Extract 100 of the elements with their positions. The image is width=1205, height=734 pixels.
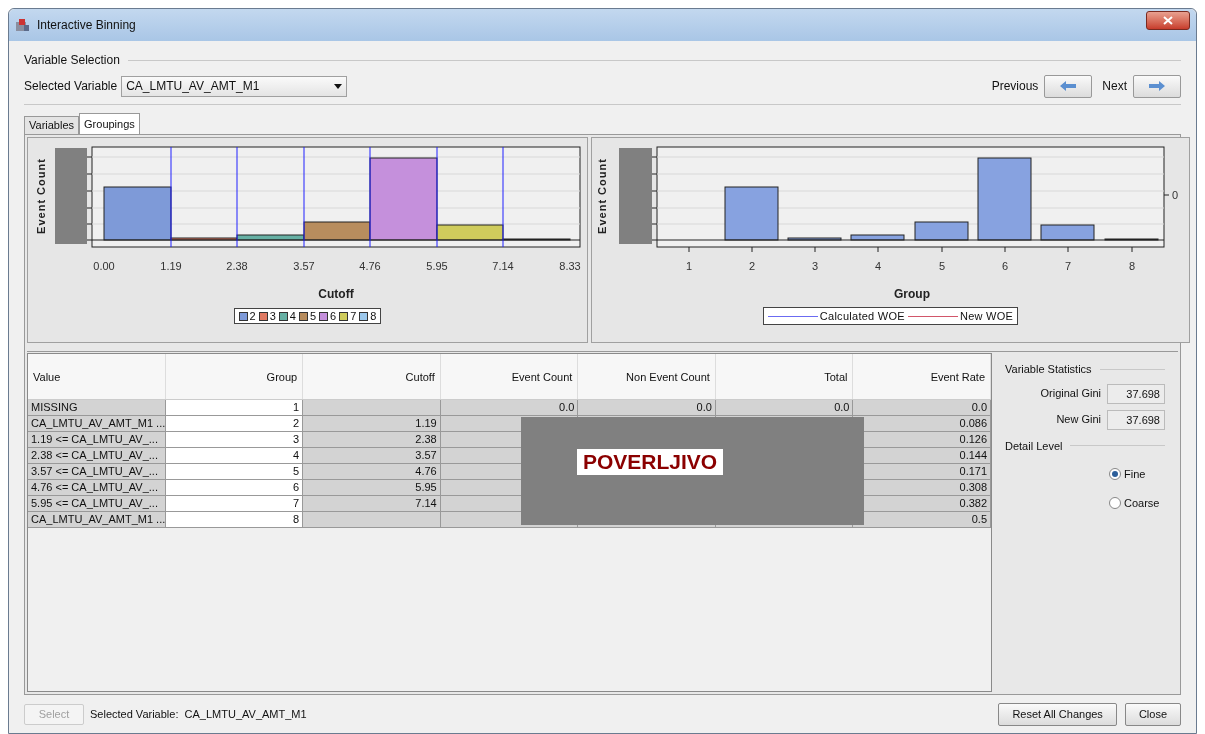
tick-label: 4 — [874, 260, 882, 272]
tick-label: 7.14 — [492, 260, 514, 272]
radio-button[interactable] — [1109, 496, 1121, 509]
variable-dropdown[interactable]: CA_LMTU_AV_AMT_M1 — [121, 75, 348, 97]
section-title: Variable Selection — [24, 52, 120, 69]
table-cell[interactable]: 3 — [165, 432, 304, 448]
table-cell[interactable]: 8 — [165, 512, 304, 528]
table-cell[interactable]: 6 — [165, 480, 304, 496]
section-title: Detail Level — [1005, 438, 1063, 454]
bar — [1104, 238, 1159, 241]
legend-label: 7 — [350, 308, 357, 324]
tick-label: 1 — [685, 260, 693, 272]
tick-label: 5.95 — [426, 260, 448, 272]
table-cell[interactable]: 1 — [165, 400, 304, 416]
cutoff-line[interactable] — [170, 146, 172, 248]
tab[interactable]: Variables — [24, 116, 80, 134]
table-cell: 0.5 — [853, 512, 992, 528]
table-cell: 0.0 — [853, 400, 992, 416]
legend-label: 3 — [269, 308, 276, 324]
previous-button[interactable] — [1044, 74, 1093, 98]
cutoff-line[interactable] — [236, 146, 238, 248]
table-cell: 1.19 <= CA_LMTU_AV_... — [28, 432, 166, 448]
stat-label: New Gini — [1056, 412, 1101, 428]
column-header[interactable]: Group — [165, 354, 304, 399]
bar — [787, 237, 842, 241]
tick-mark — [751, 246, 753, 253]
radio-button[interactable] — [1109, 468, 1121, 481]
axis-title: Event Count — [35, 158, 47, 234]
legend-label: New WOE — [959, 308, 1014, 324]
table-cell: MISSING — [28, 400, 166, 416]
table-cell: 5.95 <= CA_LMTU_AV_... — [28, 496, 166, 512]
radio-option[interactable]: Coarse — [1109, 494, 1165, 511]
close-icon — [1163, 15, 1173, 25]
cutoff-line[interactable] — [303, 146, 305, 248]
radio-option[interactable]: Fine — [1109, 466, 1165, 483]
cutoff-line[interactable] — [436, 146, 438, 248]
stat-label: Original Gini — [1040, 386, 1101, 402]
axis-title: Cutoff — [318, 287, 354, 301]
table-cell: 3.57 <= CA_LMTU_AV_... — [28, 464, 166, 480]
tick-label: 7 — [1064, 260, 1072, 272]
table-cell: 1.19 — [303, 416, 441, 432]
confidential-stamp: POVERLJIVO — [577, 449, 724, 475]
legend-label: 8 — [370, 308, 377, 324]
tick-mark — [688, 246, 690, 253]
tick-label: 2.38 — [226, 260, 248, 272]
table-cell: 5.95 — [303, 480, 441, 496]
column-header[interactable]: Event Rate — [853, 354, 992, 399]
column-header[interactable]: Cutoff — [303, 354, 441, 399]
axis-title: Event Count — [596, 158, 608, 234]
column-header[interactable]: Total — [715, 354, 854, 399]
tick-label: 3.57 — [293, 260, 315, 272]
legend-label: 2 — [249, 308, 256, 324]
axis-title: Group — [894, 287, 930, 301]
bar — [850, 234, 905, 241]
column-header[interactable]: Event Count — [440, 354, 579, 399]
tick-mark — [877, 246, 879, 253]
table-cell: 0.0 — [578, 400, 716, 416]
dialog-button[interactable]: Reset All Changes — [998, 702, 1117, 726]
left-arrow-icon — [1060, 81, 1077, 91]
field-label: Selected Variable — [24, 78, 118, 95]
section-title: Variable Statistics — [1005, 362, 1092, 377]
table-cell: CA_LMTU_AV_AMT_M1 ... — [28, 416, 166, 432]
window-title: Interactive Binning — [37, 17, 136, 34]
legend-label: Calculated WOE — [819, 308, 905, 324]
tick-label: 4.76 — [359, 260, 381, 272]
cutoff-line[interactable] — [502, 146, 504, 248]
table-cell[interactable]: 5 — [165, 464, 304, 480]
status-text: Selected Variable: CA_LMTU_AV_AMT_M1 — [90, 706, 307, 722]
table-cell[interactable]: 2 — [165, 416, 304, 432]
caret-icon — [334, 83, 343, 89]
bar — [914, 221, 969, 241]
tick-label: 6 — [1001, 260, 1009, 272]
right-arrow-icon — [1149, 81, 1165, 91]
cutoff-line[interactable] — [369, 146, 371, 248]
table-cell: 3.57 — [303, 448, 441, 464]
tick-mark — [1067, 246, 1069, 253]
tick-mark — [941, 246, 943, 253]
table-cell: 4.76 <= CA_LMTU_AV_... — [28, 480, 166, 496]
table-cell[interactable]: 4 — [165, 448, 304, 464]
dialog-button[interactable]: Close — [1124, 702, 1181, 726]
next-button[interactable] — [1133, 74, 1181, 98]
next-label: Next — [1102, 78, 1127, 95]
tick-label: 0 — [1172, 189, 1179, 201]
legend-label: 6 — [330, 308, 337, 324]
table-cell[interactable]: 7 — [165, 496, 304, 512]
tick-mark — [814, 246, 816, 253]
tick-label: 3 — [811, 260, 819, 272]
tick-label: 1.19 — [160, 260, 182, 272]
tab[interactable]: Groupings — [79, 113, 140, 134]
close-button[interactable] — [1146, 10, 1190, 30]
tick-label: 8 — [1128, 260, 1136, 272]
tick-mark — [1131, 246, 1133, 253]
column-header[interactable]: Value — [28, 354, 166, 399]
table-cell: 2.38 — [303, 432, 441, 448]
table-cell: 0.086 — [853, 416, 992, 432]
column-header[interactable]: Non Event Count — [578, 354, 716, 399]
tick-mark — [1004, 246, 1006, 253]
previous-label: Previous — [991, 78, 1039, 95]
tick-label: 2 — [748, 260, 756, 272]
stat-value: 37.698 — [1107, 383, 1165, 404]
